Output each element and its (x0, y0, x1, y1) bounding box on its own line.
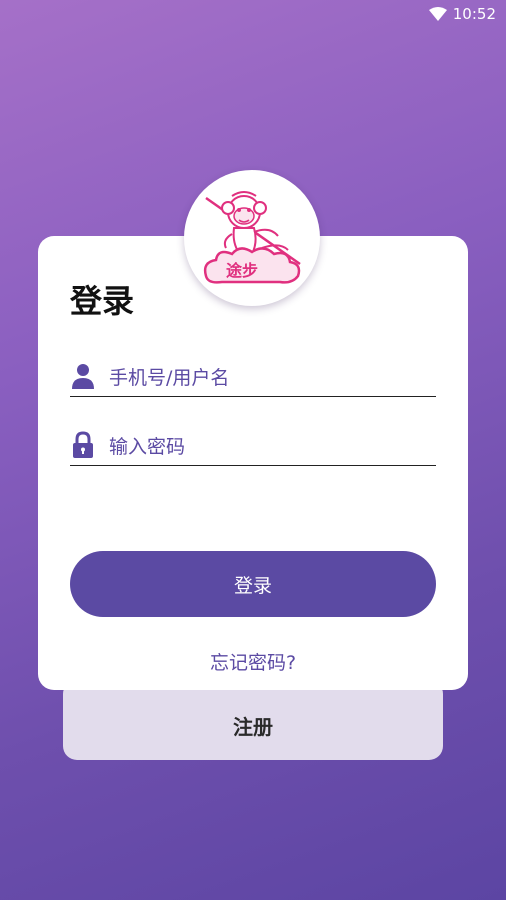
register-button[interactable]: 注册 (63, 680, 443, 760)
status-right: 10:52 (428, 5, 496, 23)
user-icon (70, 363, 96, 389)
login-title: 登录 (70, 282, 135, 320)
username-field[interactable]: 手机号/用户名 (70, 356, 436, 397)
login-button[interactable]: 登录 (70, 551, 436, 617)
status-bar: 10:52 (0, 0, 506, 28)
monkey-logo-icon: 途步 (203, 191, 301, 284)
wifi-icon (428, 7, 447, 21)
logo-text: 途步 (226, 261, 258, 280)
password-field[interactable]: 输入密码 (70, 425, 436, 466)
register-label: 注册 (233, 714, 273, 739)
username-placeholder: 手机号/用户名 (109, 366, 230, 389)
login-button-label: 登录 (233, 574, 272, 597)
lock-icon (70, 431, 96, 458)
password-placeholder: 输入密码 (109, 435, 186, 458)
status-time: 10:52 (452, 5, 496, 23)
forgot-password-link[interactable]: 忘记密码? (0, 648, 506, 675)
app-logo: 途步 (184, 170, 320, 306)
